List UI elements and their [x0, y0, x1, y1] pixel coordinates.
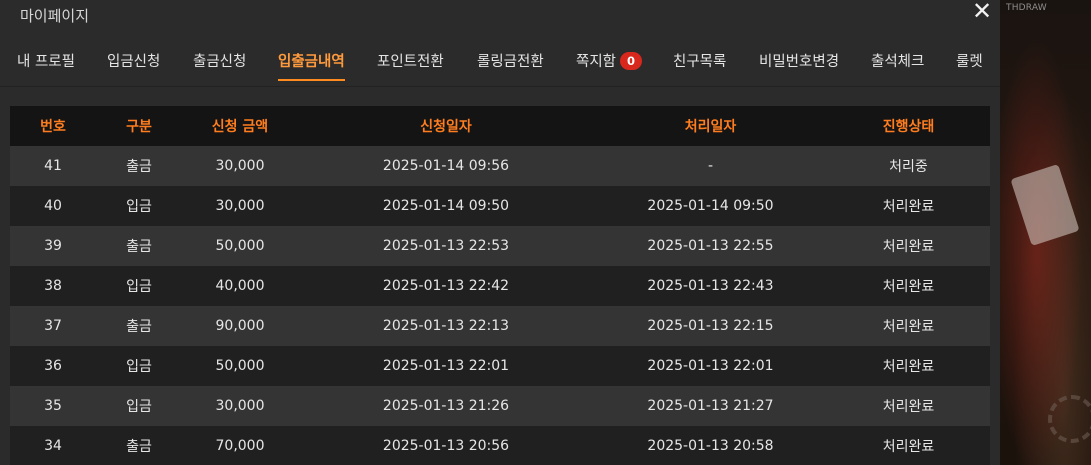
modal-header: 마이페이지 ✕ — [0, 0, 1000, 30]
table-row: 37 출금 90,000 2025-01-13 22:13 2025-01-13… — [10, 306, 990, 346]
cell-status: 처리완료 — [882, 199, 935, 215]
tab-profile[interactable]: 내 프로필 — [17, 50, 75, 71]
close-icon[interactable]: ✕ — [967, 0, 997, 25]
tab-point-exchange[interactable]: 포인트전환 — [377, 50, 444, 71]
cell-type: 입금 — [126, 359, 152, 375]
background-chip-image — [1048, 395, 1091, 443]
cell-number: 37 — [44, 318, 62, 334]
tab-transaction-history[interactable]: 입출금내역 — [278, 50, 345, 81]
cell-request-date: 2025-01-13 21:26 — [382, 398, 510, 414]
tab-roulette[interactable]: 룰렛 — [956, 50, 983, 71]
table-row: 34 출금 70,000 2025-01-13 20:56 2025-01-13… — [10, 426, 990, 465]
tab-withdraw-request[interactable]: 출금신청 — [193, 50, 246, 71]
cell-status: 처리완료 — [882, 399, 935, 415]
cell-number: 41 — [44, 158, 62, 174]
cell-request-date: 2025-01-14 09:50 — [382, 198, 510, 214]
cell-request-date: 2025-01-13 22:53 — [382, 238, 510, 254]
cell-type: 출금 — [126, 319, 152, 335]
cell-type: 입금 — [126, 199, 152, 215]
column-header-request-date: 신청일자 — [420, 119, 472, 135]
cell-type: 출금 — [126, 439, 152, 455]
tab-label: 룰렛 — [956, 54, 983, 70]
tab-bar: 내 프로필 입금신청 출금신청 입출금내역 포인트전환 롤링금전환 쪽지함 0 친… — [0, 30, 1000, 87]
cell-amount: 40,000 — [215, 278, 265, 294]
tab-label: 롤링금전환 — [477, 54, 544, 70]
modal-title: 마이페이지 — [20, 7, 90, 25]
cell-number: 39 — [44, 238, 62, 254]
column-header-process-date: 처리일자 — [684, 119, 737, 135]
tab-label: 입출금내역 — [278, 54, 345, 70]
column-header-status: 진행상태 — [882, 119, 935, 135]
tab-change-password[interactable]: 비밀번호변경 — [759, 50, 839, 71]
cell-amount: 30,000 — [215, 198, 265, 214]
cell-status: 처리완료 — [882, 239, 935, 255]
cell-amount: 50,000 — [215, 238, 265, 254]
tab-label: 쪽지함 — [576, 54, 617, 70]
cell-status: 처리완료 — [882, 279, 935, 295]
cell-process-date: 2025-01-13 22:15 — [647, 318, 774, 334]
background-card-image — [1010, 163, 1080, 247]
cell-request-date: 2025-01-14 09:56 — [382, 158, 510, 174]
cell-request-date: 2025-01-13 22:01 — [382, 358, 510, 374]
cell-process-date: 2025-01-13 21:27 — [647, 398, 774, 414]
cell-status: 처리중 — [889, 159, 928, 175]
cell-status: 처리완료 — [882, 439, 935, 455]
cell-process-date: 2025-01-13 22:43 — [647, 278, 774, 294]
cell-number: 34 — [44, 438, 62, 454]
cell-process-date: 2025-01-14 09:50 — [647, 198, 774, 214]
tab-label: 포인트전환 — [377, 54, 444, 70]
table-row: 35 입금 30,000 2025-01-13 21:26 2025-01-13… — [10, 386, 990, 426]
background-game-scene: THDRAW — [1000, 0, 1091, 465]
tab-friends[interactable]: 친구목록 — [673, 50, 726, 71]
cell-number: 35 — [44, 398, 62, 414]
cell-type: 출금 — [126, 159, 152, 175]
cell-amount: 50,000 — [215, 358, 265, 374]
cell-process-date: - — [707, 158, 714, 174]
cell-request-date: 2025-01-13 22:42 — [382, 278, 510, 294]
cell-number: 40 — [44, 198, 62, 214]
tab-deposit-request[interactable]: 입금신청 — [107, 50, 160, 71]
background-corner-text: THDRAW — [1006, 3, 1047, 13]
cell-amount: 90,000 — [215, 318, 265, 334]
tab-label: 비밀번호변경 — [759, 54, 840, 70]
column-header-number: 번호 — [40, 119, 66, 135]
cell-status: 처리완료 — [882, 359, 935, 375]
cell-type: 입금 — [126, 399, 152, 415]
cell-process-date: 2025-01-13 22:55 — [647, 238, 774, 254]
table-row: 36 입금 50,000 2025-01-13 22:01 2025-01-13… — [10, 346, 990, 386]
cell-status: 처리완료 — [882, 319, 935, 335]
cell-amount: 30,000 — [215, 398, 265, 414]
cell-amount: 70,000 — [215, 438, 265, 454]
cell-request-date: 2025-01-13 20:56 — [382, 438, 510, 454]
transaction-table: 번호 구분 신청 금액 신청일자 처리일자 진행상태 41 출금 30,000 … — [10, 106, 990, 465]
tab-label: 입금신청 — [107, 54, 161, 70]
tab-label: 출석체크 — [871, 54, 925, 70]
cell-process-date: 2025-01-13 20:58 — [647, 438, 774, 454]
tab-rolling-exchange[interactable]: 롤링금전환 — [477, 50, 544, 71]
table-row: 40 입금 30,000 2025-01-14 09:50 2025-01-14… — [10, 186, 990, 226]
column-header-type: 구분 — [126, 119, 152, 135]
cell-process-date: 2025-01-13 22:01 — [647, 358, 774, 374]
table-row: 38 입금 40,000 2025-01-13 22:42 2025-01-13… — [10, 266, 990, 306]
mypage-modal: 마이페이지 ✕ 내 프로필 입금신청 출금신청 입출금내역 포인트전환 롤링금전… — [0, 0, 1000, 465]
table-row: 41 출금 30,000 2025-01-14 09:56 - 처리중 — [10, 146, 990, 186]
tab-label: 내 프로필 — [17, 54, 75, 70]
tab-messages[interactable]: 쪽지함 0 — [576, 50, 643, 71]
cell-type: 출금 — [126, 239, 152, 255]
cell-type: 입금 — [126, 279, 152, 295]
cell-amount: 30,000 — [215, 158, 265, 174]
cell-number: 38 — [44, 278, 62, 294]
transaction-table-container: 번호 구분 신청 금액 신청일자 처리일자 진행상태 41 출금 30,000 … — [10, 106, 990, 465]
table-row: 39 출금 50,000 2025-01-13 22:53 2025-01-13… — [10, 226, 990, 266]
column-header-amount: 신청 금액 — [211, 119, 269, 135]
tab-label: 친구목록 — [673, 54, 727, 70]
cell-request-date: 2025-01-13 22:13 — [382, 318, 510, 334]
tab-attendance[interactable]: 출석체크 — [871, 50, 924, 71]
cell-number: 36 — [44, 358, 62, 374]
unread-count-badge: 0 — [620, 52, 643, 70]
tab-label: 출금신청 — [193, 54, 247, 70]
table-header-row: 번호 구분 신청 금액 신청일자 처리일자 진행상태 — [10, 106, 990, 146]
